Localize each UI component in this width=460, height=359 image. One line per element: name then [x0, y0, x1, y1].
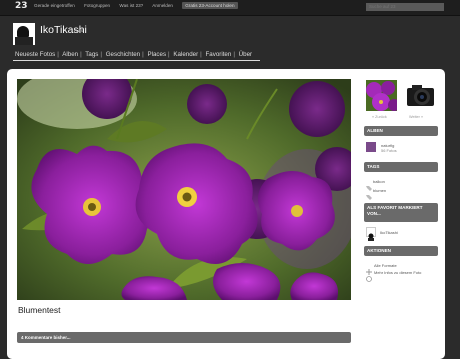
album-count: 56 Fotos: [381, 148, 397, 153]
search-input[interactable]: [366, 3, 444, 11]
prev-link[interactable]: « Zurück: [372, 115, 387, 119]
fav-user-name[interactable]: IkoTikashi: [380, 230, 398, 235]
info-icon: [366, 269, 372, 282]
signup-button[interactable]: Gratis 23-Account holen: [182, 2, 238, 9]
user-subnav: Neueste Fotos | Alben | Tags | Geschichten |…: [15, 51, 253, 58]
avatar[interactable]: [13, 23, 35, 45]
albums-heading: ALBEN: [364, 126, 438, 136]
subnav-tags[interactable]: Tags: [85, 51, 98, 58]
nav-anmelden[interactable]: Anmelden: [152, 3, 173, 8]
next-link[interactable]: Weiter »: [409, 115, 423, 119]
action-more-info[interactable]: Mehr Infos zu diesem Foto: [374, 270, 421, 275]
plus-badge: PLUS: [74, 29, 84, 33]
subnav-places[interactable]: Places: [147, 51, 166, 58]
subnav-geschichten[interactable]: Geschichten: [106, 51, 140, 58]
subnav-underline: [13, 60, 260, 61]
action-all-formats[interactable]: Alle Formate: [374, 263, 397, 268]
site-logo[interactable]: 23: [15, 1, 28, 11]
prev-photo-thumbnail[interactable]: [366, 80, 397, 111]
tag-blumen[interactable]: blumen: [373, 188, 386, 193]
subnav-neueste-fotos[interactable]: Neueste Fotos: [15, 51, 55, 58]
tags-heading: TAGS: [364, 162, 438, 172]
nav-gerade-eingetroffen[interactable]: Gerade eingetroffen: [34, 3, 75, 8]
tag-balkon[interactable]: balkon: [373, 179, 385, 184]
subnav-kalender[interactable]: Kalender: [173, 51, 198, 58]
actions-heading: AKTIONEN: [364, 246, 438, 256]
formats-icon: [366, 262, 372, 275]
favorites-heading: ALS FAVORIT MARKIERT VON...: [364, 203, 438, 222]
comments-bar[interactable]: 4 Kommentare bisher...: [17, 332, 351, 343]
top-nav: Gerade eingetroffen Fotogruppen Was ist …: [34, 2, 246, 9]
nav-fotogruppen[interactable]: Fotogruppen: [84, 3, 110, 8]
tag-icon: [366, 187, 372, 200]
fav-user-avatar[interactable]: [366, 227, 376, 241]
subnav-ueber[interactable]: Über: [239, 51, 252, 58]
photo-caption: Blumentest: [18, 305, 61, 315]
subnav-alben[interactable]: Alben: [62, 51, 78, 58]
subnav-favoriten[interactable]: Favoriten: [206, 51, 232, 58]
nav-was-ist-23[interactable]: Was ist 23?: [119, 3, 143, 8]
top-bar: 23 Gerade eingetroffen Fotogruppen Was i…: [0, 0, 460, 16]
tag-icon: [366, 178, 372, 191]
comments-label: 4 Kommentare bisher...: [21, 335, 71, 340]
album-thumbnail[interactable]: [366, 142, 376, 152]
next-photo-thumbnail[interactable]: [404, 80, 437, 111]
main-photo[interactable]: [17, 79, 351, 300]
